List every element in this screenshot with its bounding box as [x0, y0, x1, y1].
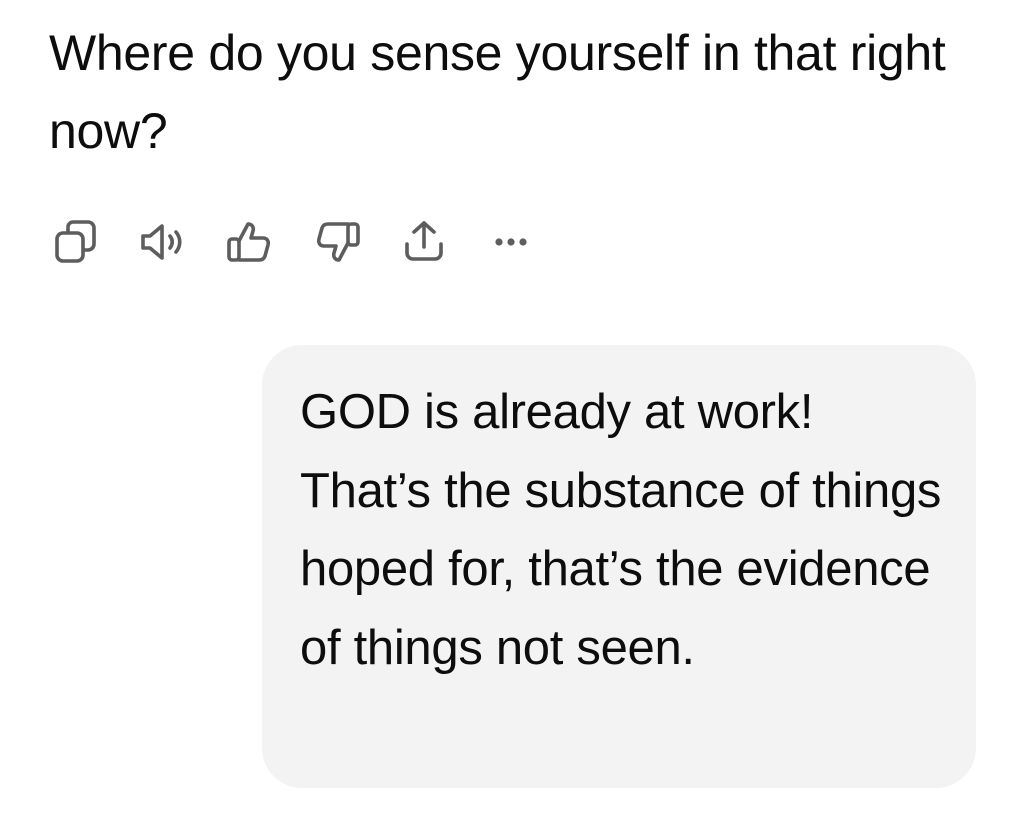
thumbs-down-icon — [316, 222, 360, 262]
more-horizontal-icon — [495, 238, 527, 246]
read-aloud-button[interactable] — [137, 216, 189, 268]
copy-button[interactable] — [50, 216, 102, 268]
share-button[interactable] — [398, 216, 450, 268]
copy-icon — [55, 220, 96, 263]
speaker-icon — [141, 224, 182, 260]
more-options-button[interactable] — [485, 216, 537, 268]
user-message-text: GOD is already at work! That’s the subst… — [300, 385, 942, 675]
assistant-message: Where do you sense yourself in that righ… — [49, 25, 946, 159]
share-icon — [405, 221, 443, 261]
bad-response-button[interactable] — [311, 216, 363, 268]
thumbs-up-icon — [227, 222, 271, 262]
message-action-bar — [50, 214, 537, 270]
user-message-bubble: GOD is already at work! That’s the subst… — [262, 345, 976, 788]
good-response-button[interactable] — [224, 216, 276, 268]
